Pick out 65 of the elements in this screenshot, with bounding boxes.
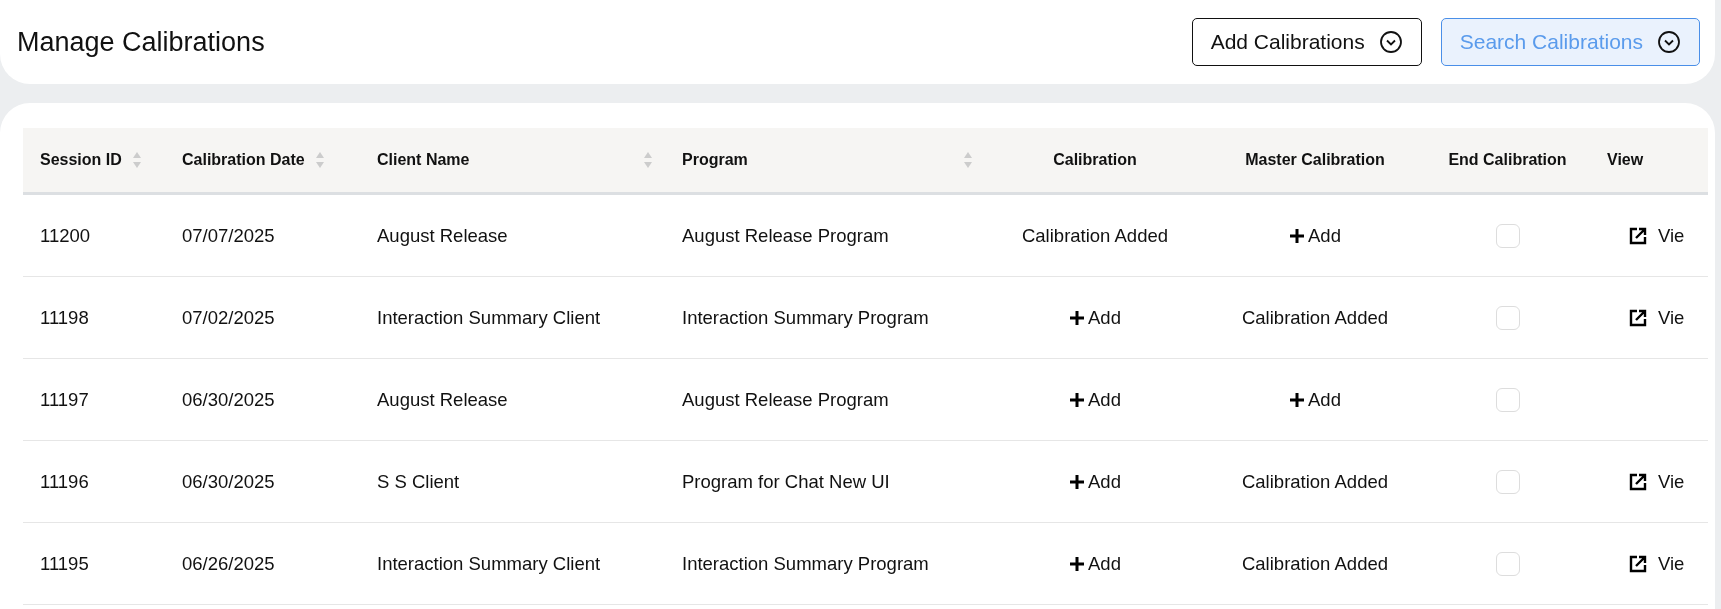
view-link[interactable]: Vie xyxy=(1628,552,1685,575)
client-name-cell: Interaction Summary Client xyxy=(360,277,665,359)
column-header[interactable]: Client Name xyxy=(360,128,665,195)
date-cell: 07/07/2025 xyxy=(165,195,360,277)
add-link[interactable]: Add xyxy=(1069,388,1121,411)
client-name-cell: S S Client xyxy=(360,441,665,523)
view-link[interactable]: Vie xyxy=(1628,470,1685,493)
date-cell: 07/02/2025 xyxy=(165,277,360,359)
date-cell: 06/26/2025 xyxy=(165,523,360,605)
sort-icon xyxy=(643,150,653,170)
chevron-down-icon xyxy=(1657,30,1681,54)
session-id-cell: 11195 xyxy=(23,523,165,605)
session-id-cell: 11200 xyxy=(23,195,165,277)
status-text: Calibration Added xyxy=(1241,552,1389,575)
external-link-icon xyxy=(1628,225,1648,246)
program-cell: August Release Program xyxy=(665,359,985,441)
program-cell: Interaction Summary Program xyxy=(665,523,985,605)
plus-icon xyxy=(1069,473,1086,490)
plus-icon xyxy=(1069,391,1086,408)
checkbox[interactable] xyxy=(1495,305,1520,330)
column-header: View xyxy=(1590,128,1708,195)
sort-icon xyxy=(131,150,142,170)
client-name-cell: August Release xyxy=(360,195,665,277)
add-link[interactable]: Add xyxy=(1289,388,1341,411)
sort-icon xyxy=(963,150,973,170)
status-text: Calibration Added xyxy=(1021,224,1169,247)
external-link-icon xyxy=(1628,553,1648,574)
plus-icon xyxy=(1289,391,1306,408)
checkbox[interactable] xyxy=(1495,223,1520,248)
client-name-cell: August Release xyxy=(360,359,665,441)
add-link[interactable]: Add xyxy=(1069,306,1121,329)
add-link[interactable]: Add xyxy=(1069,552,1121,575)
plus-icon xyxy=(1289,227,1306,244)
external-link-icon xyxy=(1628,307,1648,328)
checkbox[interactable] xyxy=(1495,387,1520,412)
program-cell: Interaction Summary Program xyxy=(665,277,985,359)
chevron-down-icon xyxy=(1378,30,1403,54)
date-cell: 06/30/2025 xyxy=(165,441,360,523)
session-id-cell: 11196 xyxy=(23,441,165,523)
column-header: Calibration xyxy=(985,128,1205,195)
program-cell: Program for Chat New UI xyxy=(665,441,985,523)
date-cell: 06/30/2025 xyxy=(165,359,360,441)
sort-icon xyxy=(314,150,325,170)
column-header[interactable]: Session ID xyxy=(23,128,165,195)
session-id-cell: 11197 xyxy=(23,359,165,441)
plus-icon xyxy=(1069,555,1086,572)
column-header[interactable]: Program xyxy=(665,128,985,195)
session-id-cell: 11198 xyxy=(23,277,165,359)
plus-icon xyxy=(1069,309,1086,326)
external-link-icon xyxy=(1628,471,1648,492)
column-header[interactable]: Calibration Date xyxy=(165,128,360,195)
page-title: Manage Calibrations xyxy=(17,26,265,58)
checkbox[interactable] xyxy=(1495,469,1520,494)
status-text: Calibration Added xyxy=(1241,470,1389,493)
checkbox[interactable] xyxy=(1495,551,1520,576)
view-link[interactable]: Vie xyxy=(1628,224,1685,247)
column-header: End Calibration xyxy=(1425,128,1590,195)
program-cell: August Release Program xyxy=(665,195,985,277)
dropdown-button[interactable]: Add Calibrations xyxy=(1191,18,1422,66)
status-text: Calibration Added xyxy=(1241,306,1389,329)
view-link[interactable]: Vie xyxy=(1628,306,1685,329)
add-link[interactable]: Add xyxy=(1289,224,1341,247)
add-link[interactable]: Add xyxy=(1069,470,1121,493)
column-header: Master Calibration xyxy=(1205,128,1425,195)
client-name-cell: Interaction Summary Client xyxy=(360,523,665,605)
